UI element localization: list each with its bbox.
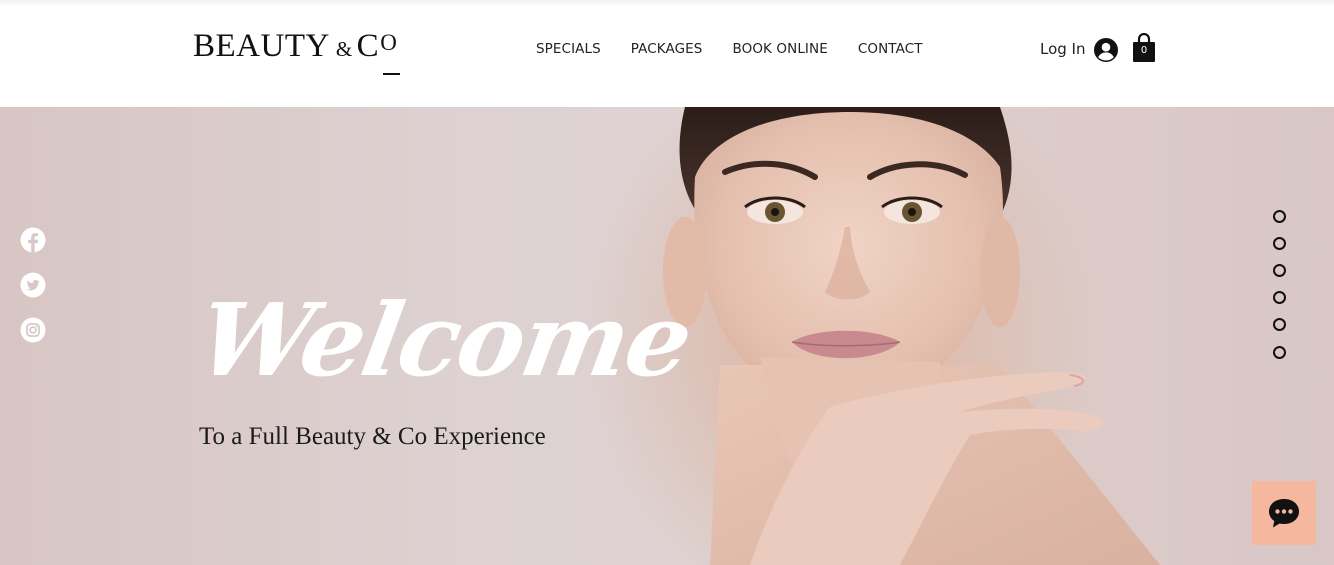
instagram-icon[interactable] [20,317,46,343]
section-dot-5[interactable] [1273,318,1286,331]
brand-c: C [356,28,380,64]
nav-packages[interactable]: PACKAGES [631,41,703,57]
chat-button[interactable] [1252,481,1316,545]
shopping-bag-icon[interactable] [1132,33,1156,63]
section-dot-1[interactable] [1273,210,1286,223]
brand-logo[interactable]: BEAUTY & CO [193,28,400,75]
twitter-icon[interactable] [20,272,46,298]
facebook-icon[interactable] [20,227,46,253]
nav-specials[interactable]: SPECIALS [536,41,601,57]
login-link[interactable]: Log In [1040,40,1086,58]
brand-co: CO [356,28,400,75]
brand-name: BEAUTY [193,28,330,64]
section-dot-4[interactable] [1273,291,1286,304]
section-dot-2[interactable] [1273,237,1286,250]
nav-contact[interactable]: CONTACT [858,41,923,57]
main-nav: SPECIALS PACKAGES BOOK ONLINE CONTACT [536,41,953,57]
chat-bubble-icon [1269,499,1299,528]
hero-section: Welcome To a Full Beauty & Co Experience [0,107,1334,565]
section-dot-3[interactable] [1273,264,1286,277]
brand-underline [382,73,400,75]
nav-book-online[interactable]: BOOK ONLINE [732,41,827,57]
hero-subtitle: To a Full Beauty & Co Experience [199,423,546,450]
section-dot-6[interactable] [1273,346,1286,359]
brand-ampersand: & [335,37,353,61]
brand-o: O [380,30,398,55]
site-header: BEAUTY & CO SPECIALS PACKAGES BOOK ONLINE … [0,0,1334,107]
welcome-heading: Welcome [189,281,700,399]
user-avatar-icon[interactable] [1094,38,1118,62]
